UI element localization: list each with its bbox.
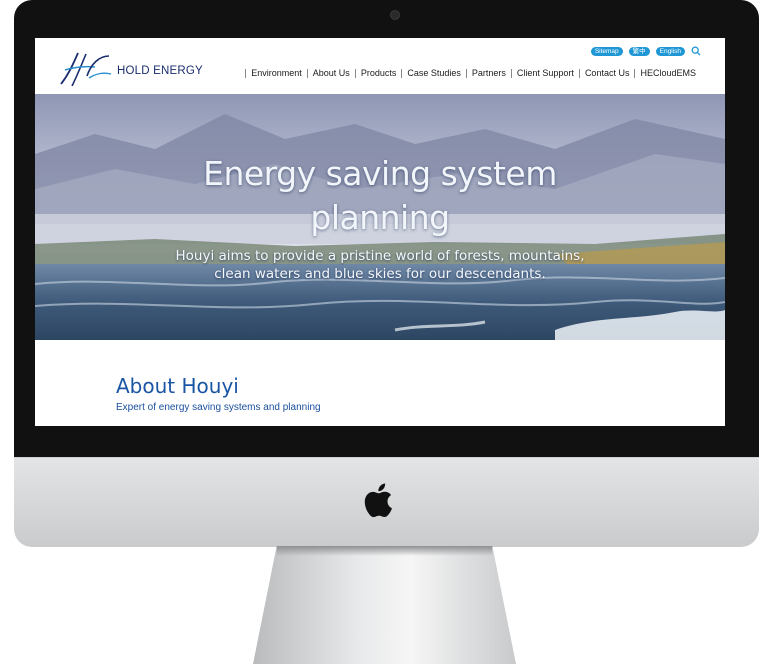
- hero-title-line-2: planning: [310, 198, 450, 237]
- main-nav: Environment About Us Products Case Studi…: [245, 69, 701, 78]
- about-heading: About Houyi: [116, 374, 239, 398]
- brand-name: HOLD ENERGY: [117, 65, 203, 77]
- imac-monitor: HOLD ENERGY Sitemap 繁中 English Environme…: [0, 0, 761, 664]
- nav-case-studies[interactable]: Case Studies: [401, 69, 466, 78]
- hero-banner: Energy saving system planning Houyi aims…: [35, 94, 725, 340]
- sitemap-link[interactable]: Sitemap: [590, 46, 623, 56]
- stand-shadow: [276, 546, 493, 556]
- nav-contact-us[interactable]: Contact Us: [578, 69, 635, 78]
- nav-environment[interactable]: Environment: [245, 69, 307, 78]
- hold-energy-logo-icon: [60, 52, 112, 86]
- traditional-chinese-link[interactable]: 繁中: [628, 46, 650, 56]
- nav-partners[interactable]: Partners: [465, 69, 511, 78]
- hero-subtitle: Houyi aims to provide a pristine world o…: [35, 247, 725, 283]
- about-subheading: Expert of energy saving systems and plan…: [116, 402, 321, 413]
- site-logo[interactable]: HOLD ENERGY: [59, 50, 239, 86]
- hero-subtitle-line-1: Houyi aims to provide a pristine world o…: [175, 248, 585, 264]
- nav-products[interactable]: Products: [354, 69, 402, 78]
- camera-icon: [390, 10, 400, 20]
- nav-client-support[interactable]: Client Support: [510, 69, 579, 78]
- hero-title-line-1: Energy saving system: [203, 154, 557, 193]
- site-header: HOLD ENERGY Sitemap 繁中 English Environme…: [35, 38, 725, 94]
- hero-title: Energy saving system planning: [35, 152, 725, 240]
- english-link[interactable]: English: [655, 46, 685, 56]
- utility-links: Sitemap 繁中 English: [590, 46, 701, 56]
- nav-hecloudems[interactable]: HECloudEMS: [634, 69, 701, 78]
- search-icon[interactable]: [691, 46, 701, 56]
- hero-subtitle-line-2: clean waters and blue skies for our desc…: [214, 266, 546, 282]
- nav-about-us[interactable]: About Us: [306, 69, 355, 78]
- monitor-stand: [253, 546, 516, 664]
- apple-logo-icon: [364, 483, 392, 518]
- website-screen: HOLD ENERGY Sitemap 繁中 English Environme…: [35, 38, 725, 426]
